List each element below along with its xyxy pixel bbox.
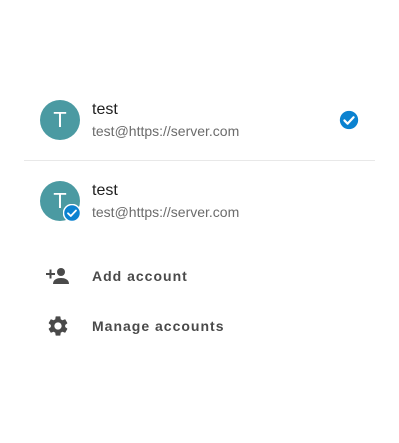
- account-row-current[interactable]: T test test@https://server.com: [0, 100, 399, 160]
- avatar: T: [40, 100, 80, 140]
- manage-accounts-label: Manage accounts: [92, 318, 225, 334]
- add-account-label: Add account: [92, 268, 188, 284]
- divider: [24, 160, 375, 161]
- account-email: test@https://server.com: [92, 204, 240, 220]
- account-name: test: [92, 101, 118, 118]
- verified-badge-icon: [63, 204, 81, 222]
- gear-icon: [48, 316, 68, 336]
- add-account-button[interactable]: Add account: [0, 256, 399, 296]
- person-add-icon: [46, 268, 69, 284]
- account-name: test: [92, 182, 118, 199]
- account-email: test@https://server.com: [92, 123, 240, 139]
- account-row-other[interactable]: T test test@https://server.com: [0, 181, 399, 241]
- check-circle-icon: [339, 110, 359, 130]
- manage-accounts-button[interactable]: Manage accounts: [0, 306, 399, 346]
